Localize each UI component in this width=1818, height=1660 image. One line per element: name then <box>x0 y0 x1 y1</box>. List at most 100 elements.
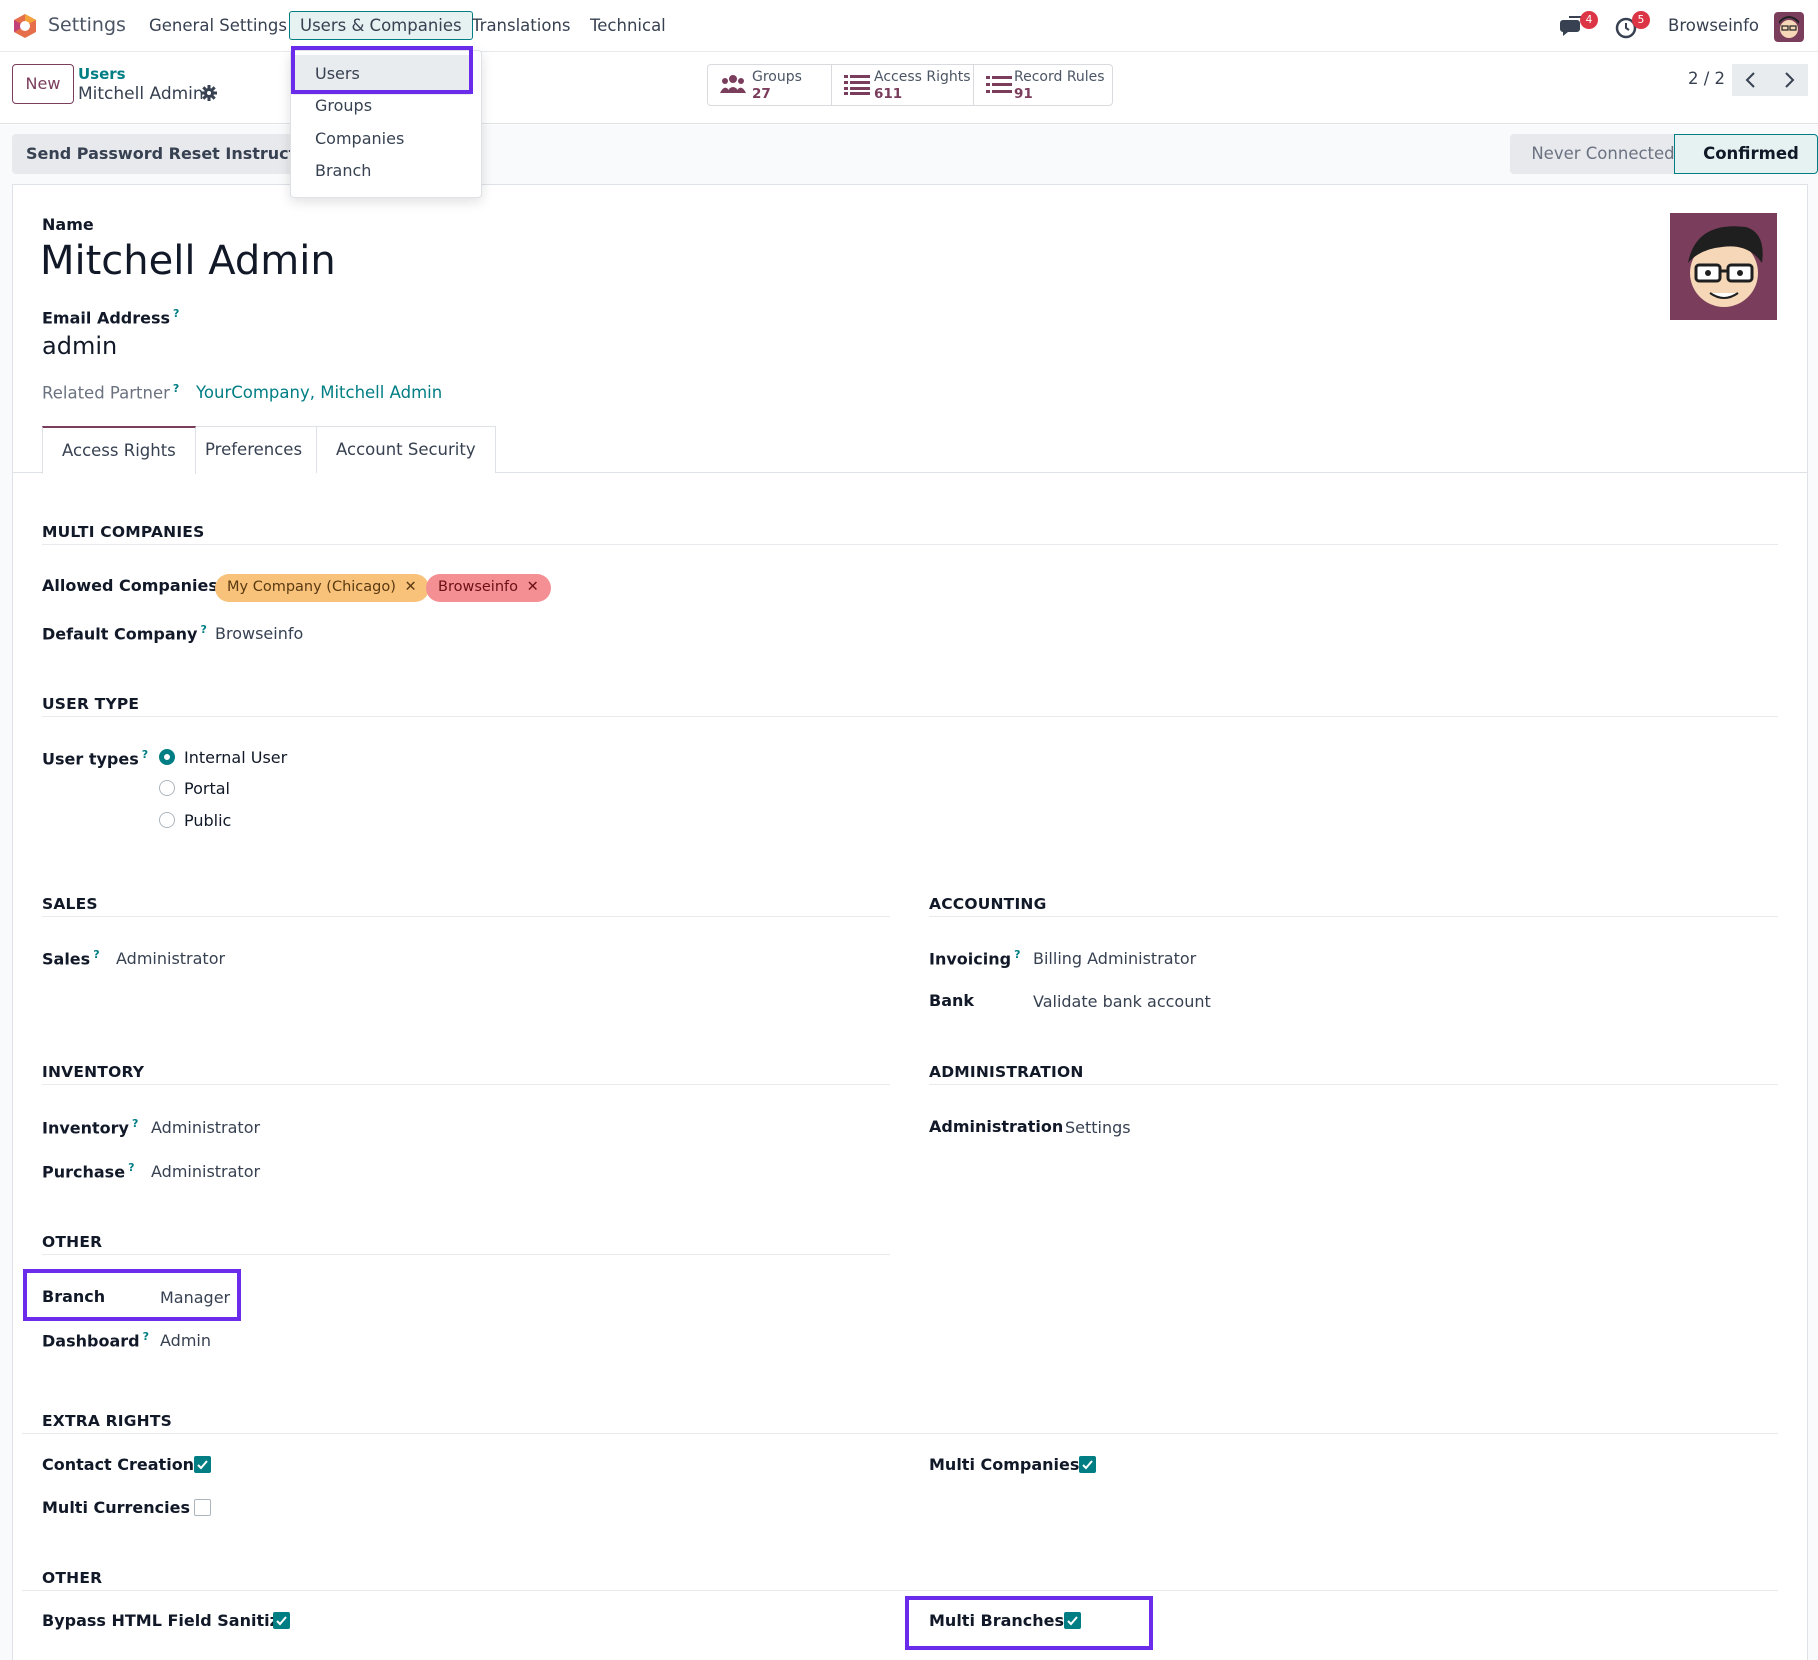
remove-tag-icon[interactable]: ✕ <box>527 579 539 595</box>
list-icon <box>986 76 1012 93</box>
bypass-html-label: Bypass HTML Field Sanitize <box>42 1611 290 1630</box>
bank-label: Bank <box>929 991 975 1010</box>
odoo-logo-icon[interactable] <box>12 13 38 39</box>
status-never-connected[interactable]: Never Connected <box>1510 134 1696 174</box>
purchase-field[interactable]: Administrator <box>151 1162 260 1181</box>
record-rules-count: 91 <box>1014 86 1033 102</box>
section-divider <box>42 916 890 917</box>
email-field[interactable]: admin <box>42 332 117 360</box>
section-divider <box>42 1084 890 1085</box>
radio-label: Portal <box>184 779 230 798</box>
section-user-type: USER TYPE <box>42 695 140 713</box>
dropdown-item-branch[interactable]: Branch <box>315 161 371 180</box>
administration-label: Administration <box>929 1117 1064 1136</box>
radio-label: Public <box>184 811 232 830</box>
company-tag[interactable]: My Company (Chicago) ✕ <box>215 574 429 602</box>
chevron-right-icon <box>1785 72 1795 88</box>
access-rights-smart-button[interactable]: Access Rights 611 <box>832 65 974 105</box>
remove-tag-icon[interactable]: ✕ <box>405 579 417 595</box>
highlight-box <box>905 1596 1153 1650</box>
invoicing-field[interactable]: Billing Administrator <box>1033 949 1196 968</box>
tab-preferences[interactable]: Preferences <box>185 426 323 473</box>
users-group-icon <box>720 75 746 93</box>
groups-count: 27 <box>752 86 771 102</box>
checkmark-icon <box>1082 1460 1093 1470</box>
breadcrumb-current: Mitchell Admin <box>78 84 204 104</box>
smart-buttons: Groups 27 Access Rights 611 Record Rules… <box>707 64 1113 106</box>
company-tag[interactable]: Browseinfo ✕ <box>426 574 551 602</box>
section-other: OTHER <box>42 1233 103 1251</box>
menu-technical[interactable]: Technical <box>590 16 666 35</box>
section-divider <box>929 916 1778 917</box>
sales-label: Sales? <box>42 948 100 969</box>
section-sales: SALES <box>42 895 98 913</box>
radio-public[interactable] <box>159 812 175 828</box>
access-rights-count: 611 <box>874 86 903 102</box>
messages-badge: 4 <box>1580 11 1598 29</box>
menu-general-settings[interactable]: General Settings <box>149 16 287 35</box>
record-rules-smart-button[interactable]: Record Rules 91 <box>974 65 1112 105</box>
access-rights-label: Access Rights <box>874 69 971 85</box>
name-label: Name <box>42 215 94 234</box>
gear-icon[interactable] <box>200 84 218 102</box>
section-divider <box>22 1590 1778 1591</box>
invoicing-label: Invoicing? <box>929 948 1021 969</box>
email-label: Email Address? <box>42 307 180 328</box>
name-field[interactable]: Mitchell Admin <box>40 238 336 284</box>
radio-internal-user[interactable] <box>159 749 175 765</box>
default-company-field[interactable]: Browseinfo <box>215 624 303 643</box>
section-other-2: OTHER <box>42 1569 103 1587</box>
dashboard-field[interactable]: Admin <box>160 1331 211 1350</box>
menu-users-companies[interactable]: Users & Companies <box>289 11 473 40</box>
activities-badge: 5 <box>1632 11 1650 29</box>
tab-account-security[interactable]: Account Security <box>316 426 496 473</box>
radio-portal[interactable] <box>159 780 175 796</box>
status-confirmed[interactable]: Confirmed <box>1674 134 1818 174</box>
user-types-label: User types? <box>42 748 149 769</box>
user-avatar-image[interactable] <box>1670 213 1777 320</box>
administration-field[interactable]: Settings <box>1065 1118 1131 1137</box>
multi-companies-label: Multi Companies <box>929 1455 1080 1474</box>
related-partner-link[interactable]: YourCompany, Mitchell Admin <box>196 383 442 402</box>
multi-companies-checkbox[interactable] <box>1079 1456 1096 1473</box>
pager-previous-button[interactable] <box>1732 64 1770 96</box>
company-switcher[interactable]: Browseinfo <box>1668 16 1759 35</box>
inventory-label: Inventory? <box>42 1117 139 1138</box>
section-extra-rights: EXTRA RIGHTS <box>42 1412 172 1430</box>
contact-creation-checkbox[interactable] <box>194 1456 211 1473</box>
multi-currencies-label: Multi Currencies <box>42 1498 190 1517</box>
section-divider <box>929 1084 1778 1085</box>
section-administration: ADMINISTRATION <box>929 1063 1084 1081</box>
dropdown-item-companies[interactable]: Companies <box>315 129 404 148</box>
app-title[interactable]: Settings <box>48 14 126 36</box>
menu-translations[interactable]: Translations <box>472 16 571 35</box>
section-divider <box>42 716 1778 717</box>
multi-currencies-checkbox[interactable] <box>194 1499 211 1516</box>
user-avatar[interactable] <box>1774 12 1804 42</box>
groups-label: Groups <box>752 69 802 85</box>
inventory-field[interactable]: Administrator <box>151 1118 260 1137</box>
groups-smart-button[interactable]: Groups 27 <box>708 65 832 105</box>
purchase-label: Purchase? <box>42 1161 135 1182</box>
section-divider <box>42 1254 890 1255</box>
contact-creation-label: Contact Creation <box>42 1455 195 1474</box>
bypass-html-checkbox[interactable] <box>273 1612 290 1629</box>
section-inventory: INVENTORY <box>42 1063 145 1081</box>
send-password-reset-button[interactable]: Send Password Reset Instructions <box>12 134 296 174</box>
form-sheet <box>12 184 1808 1660</box>
section-divider <box>22 1433 1778 1434</box>
highlight-box <box>291 46 473 94</box>
tab-access-rights[interactable]: Access Rights <box>42 426 196 474</box>
record-rules-label: Record Rules <box>1014 69 1105 85</box>
bank-field[interactable]: Validate bank account <box>1033 992 1211 1011</box>
sales-field[interactable]: Administrator <box>116 949 225 968</box>
section-multi-companies: MULTI COMPANIES <box>42 523 205 541</box>
highlight-box <box>23 1269 241 1321</box>
dropdown-item-groups[interactable]: Groups <box>315 96 372 115</box>
breadcrumb-users[interactable]: Users <box>78 65 126 83</box>
section-divider <box>42 544 1778 545</box>
pager-next-button[interactable] <box>1770 64 1808 96</box>
pager-value[interactable]: 2 / 2 <box>1688 69 1725 88</box>
new-button[interactable]: New <box>12 64 74 104</box>
dashboard-label: Dashboard? <box>42 1330 149 1351</box>
